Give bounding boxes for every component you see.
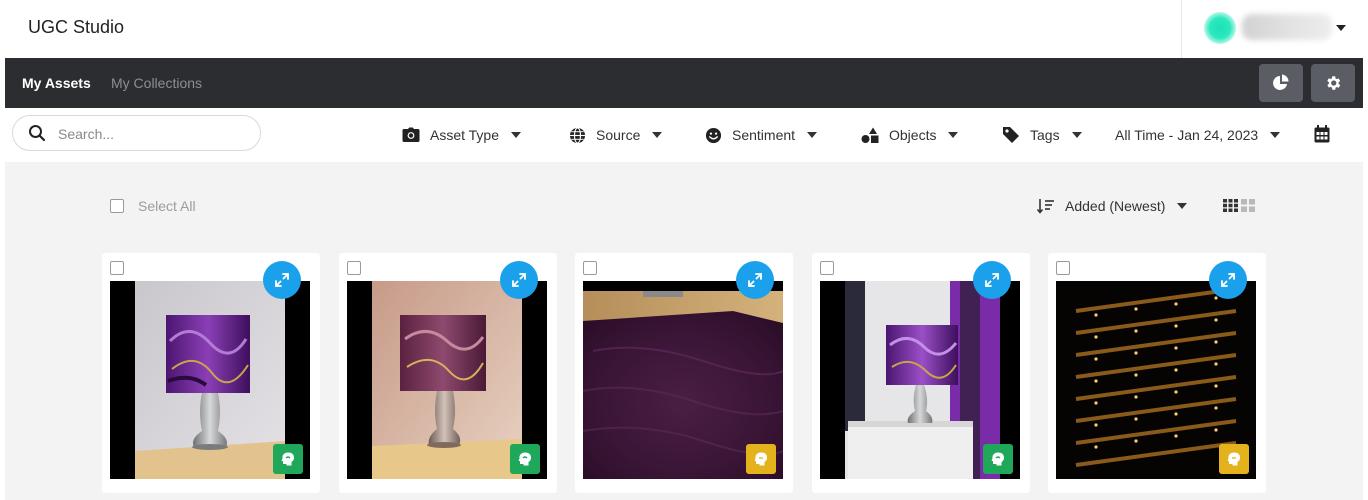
- select-all-label: Select All: [138, 198, 196, 214]
- tab-my-assets[interactable]: My Assets: [22, 75, 91, 91]
- pie-chart-icon: [1273, 74, 1289, 90]
- select-all[interactable]: Select All: [110, 198, 196, 214]
- camera-icon: [402, 126, 420, 144]
- asset-checkbox[interactable]: [583, 261, 597, 275]
- grid-large-icon[interactable]: [1241, 199, 1255, 212]
- expand-icon: [748, 273, 762, 287]
- filter-bar: Asset Type Source Sentiment Objects Tags…: [5, 108, 1363, 162]
- sort-descending-icon: [1037, 199, 1054, 214]
- expand-icon: [1221, 273, 1235, 287]
- globe-icon: [568, 126, 586, 144]
- top-header: UGC Studio: [0, 0, 1368, 58]
- expand-button[interactable]: [263, 261, 301, 299]
- chevron-down-icon: [807, 132, 818, 138]
- gear-icon: [1327, 76, 1341, 90]
- grid-small-icon[interactable]: [1223, 199, 1238, 212]
- expand-button[interactable]: [500, 261, 538, 299]
- asset-checkbox[interactable]: [1056, 261, 1070, 275]
- head-icon: [991, 452, 1005, 466]
- filter-asset-type[interactable]: Asset Type: [402, 125, 522, 145]
- expand-button[interactable]: [736, 261, 774, 299]
- user-name-blurred[interactable]: [1242, 14, 1332, 40]
- select-all-checkbox[interactable]: [110, 199, 124, 213]
- tab-my-collections[interactable]: My Collections: [111, 75, 202, 91]
- filter-tags-label: Tags: [1030, 127, 1060, 143]
- chevron-down-icon: [1177, 203, 1188, 209]
- sentiment-badge-neutral: [746, 444, 776, 474]
- expand-icon: [275, 273, 289, 287]
- analytics-button[interactable]: [1259, 64, 1303, 102]
- asset-card[interactable]: [339, 253, 557, 493]
- shapes-icon: [861, 126, 879, 144]
- chevron-down-icon: [511, 132, 522, 138]
- sort-label: Added (Newest): [1065, 198, 1166, 214]
- avatar[interactable]: [1204, 12, 1236, 44]
- filter-sentiment-label: Sentiment: [732, 127, 796, 143]
- user-menu[interactable]: [1181, 0, 1368, 58]
- smiley-icon: [704, 126, 722, 144]
- chevron-down-icon: [948, 132, 959, 138]
- chevron-down-icon: [1270, 132, 1281, 138]
- search-icon: [29, 125, 46, 142]
- filter-source-label: Source: [596, 127, 641, 143]
- date-range-label: All Time - Jan 24, 2023: [1115, 127, 1259, 143]
- filter-objects[interactable]: Objects: [861, 125, 959, 145]
- date-range-select[interactable]: All Time - Jan 24, 2023: [1115, 125, 1281, 145]
- chevron-down-icon[interactable]: [1336, 25, 1346, 31]
- sentiment-badge-positive: [983, 444, 1013, 474]
- expand-icon: [512, 273, 526, 287]
- asset-card[interactable]: [1048, 253, 1266, 493]
- app-title: UGC Studio: [28, 17, 125, 37]
- filter-tags[interactable]: Tags: [1002, 125, 1082, 145]
- head-icon: [281, 452, 295, 466]
- sort-select[interactable]: Added (Newest): [1037, 198, 1188, 214]
- expand-button[interactable]: [1209, 261, 1247, 299]
- expand-icon: [985, 273, 999, 287]
- view-toggle: [1223, 199, 1255, 212]
- filter-source[interactable]: Source: [568, 125, 663, 145]
- search-input[interactable]: [58, 124, 248, 144]
- sentiment-badge-neutral: [1219, 444, 1249, 474]
- settings-button[interactable]: [1311, 64, 1355, 102]
- asset-card[interactable]: [102, 253, 320, 493]
- chevron-down-icon: [652, 132, 663, 138]
- filter-sentiment[interactable]: Sentiment: [704, 125, 818, 145]
- head-icon: [518, 452, 532, 466]
- asset-checkbox[interactable]: [820, 261, 834, 275]
- asset-grid-area: Select All Added (Newest): [5, 162, 1363, 500]
- filter-asset-type-label: Asset Type: [430, 127, 500, 143]
- sentiment-badge-positive: [273, 444, 303, 474]
- expand-button[interactable]: [973, 261, 1011, 299]
- asset-checkbox[interactable]: [110, 261, 124, 275]
- search-box[interactable]: [12, 115, 261, 151]
- chevron-down-icon: [1071, 132, 1082, 138]
- sentiment-badge-positive: [510, 444, 540, 474]
- filter-objects-label: Objects: [889, 127, 937, 143]
- head-icon: [754, 452, 768, 466]
- head-icon: [1227, 452, 1241, 466]
- tag-icon: [1002, 126, 1020, 144]
- asset-checkbox[interactable]: [347, 261, 361, 275]
- calendar-icon[interactable]: [1314, 125, 1330, 143]
- main-nav: My Assets My Collections: [5, 58, 1363, 108]
- asset-card[interactable]: [575, 253, 793, 493]
- asset-card[interactable]: [812, 253, 1030, 493]
